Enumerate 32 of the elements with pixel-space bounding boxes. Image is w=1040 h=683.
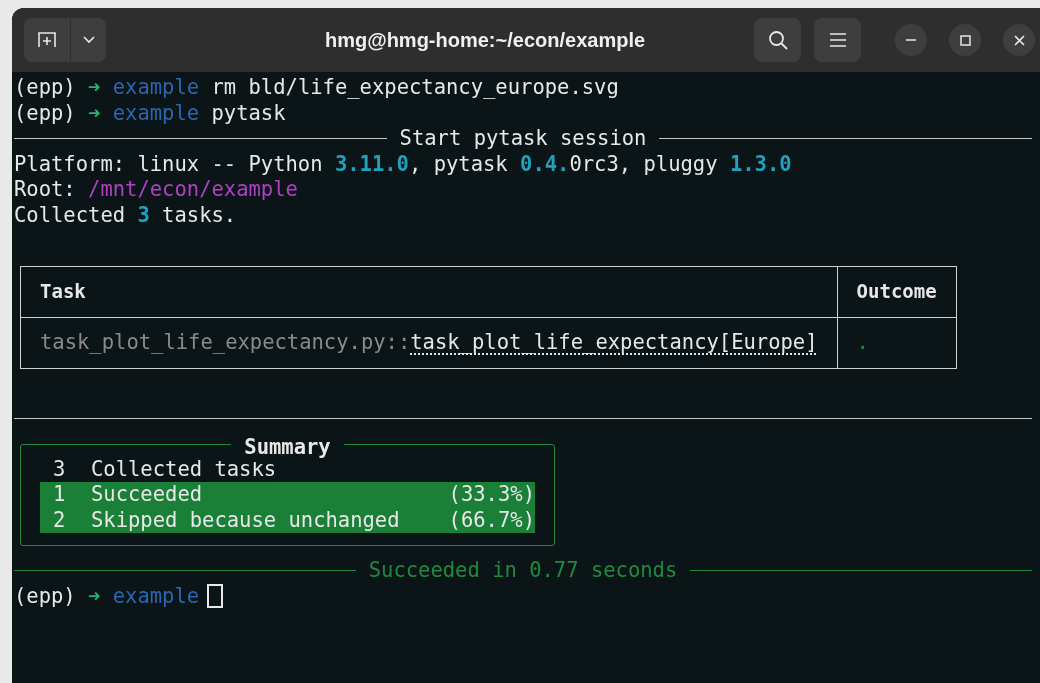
task-count: 2 (52, 507, 67, 533)
task-percent: (66.7%) (448, 507, 535, 533)
column-header: Outcome (856, 280, 937, 303)
task-label: Skipped because unchanged (91, 507, 401, 533)
column-header: Task (40, 280, 86, 303)
menu-button[interactable] (814, 18, 861, 62)
terminal-line: (epp) ➜ example pytask (14, 100, 286, 126)
new-tab-icon (38, 32, 56, 48)
window-title: hmg@hmg-home:~/econ/example (324, 28, 646, 53)
search-button[interactable] (754, 18, 801, 62)
rule-title: Succeeded in 0.77 seconds (367, 558, 679, 584)
terminal-line: Platform: linux -- Python 3.11.0, pytask 0.4.0rc3, pluggy 1.3.0 (14, 151, 792, 177)
minimize-icon (906, 39, 916, 41)
close-icon (1013, 34, 1025, 46)
terminal-line: (epp) ➜ example rm bld/life_expectancy_europe.svg (14, 75, 619, 101)
terminal-line: Root: /mnt/econ/example (14, 177, 298, 203)
task-label: Succeeded (91, 482, 204, 508)
task-count: 1 (52, 482, 67, 508)
chevron-down-icon (82, 36, 95, 44)
task-count: 3 (52, 456, 67, 482)
task-percent: (33.3%) (448, 482, 535, 508)
close-button[interactable] (1003, 24, 1035, 56)
maximize-icon (959, 34, 971, 46)
rule-title: Start pytask session (398, 126, 648, 152)
task-link[interactable]: task_plot_life_expectancy[Europe] (410, 330, 818, 355)
search-icon (767, 30, 788, 50)
menu-icon (829, 33, 846, 47)
terminal-line: (epp) ➜ example (14, 583, 200, 609)
terminal-line: Collected 3 tasks. (14, 202, 237, 228)
maximize-button[interactable] (949, 24, 981, 56)
outcome-text: . (856, 330, 869, 355)
task-module-text: task_plot_life_expectancy.py:: (40, 330, 411, 355)
